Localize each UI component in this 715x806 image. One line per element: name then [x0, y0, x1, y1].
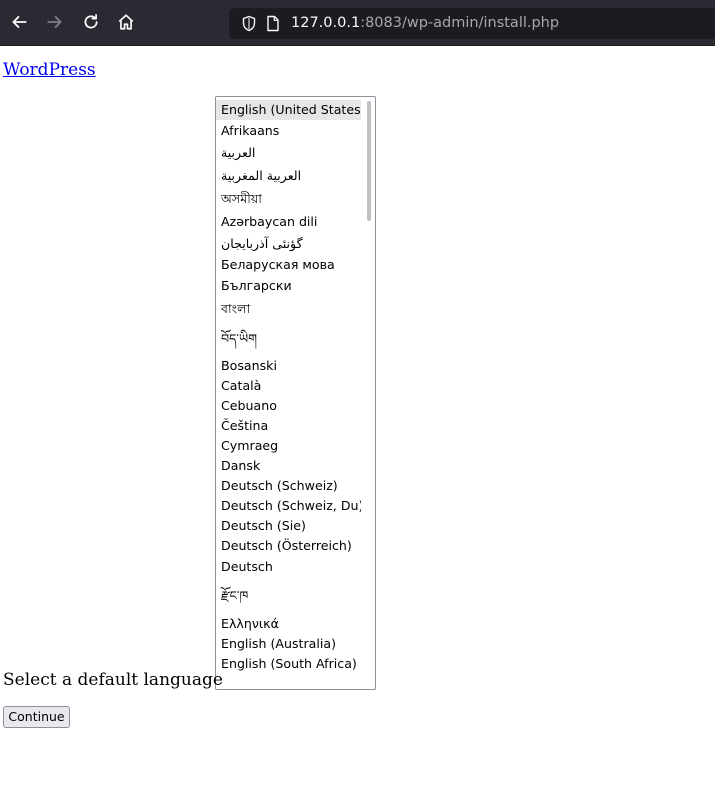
- listbox-scrollbar[interactable]: [367, 101, 371, 221]
- language-listbox[interactable]: English (United States) Afrikaans العربية ا…: [215, 96, 376, 690]
- language-option[interactable]: العربية: [216, 142, 361, 164]
- arrow-right-icon: [47, 16, 62, 28]
- language-option[interactable]: Cymraeg: [216, 436, 361, 456]
- language-option[interactable]: རྫོང་ཁ: [216, 578, 361, 614]
- language-option[interactable]: Afrikaans: [216, 120, 361, 142]
- back-button[interactable]: [5, 8, 33, 36]
- language-option[interactable]: Azərbaycan dili: [216, 211, 361, 233]
- language-option[interactable]: Deutsch (Sie): [216, 516, 361, 536]
- url-path: :8083/wp-admin/install.php: [360, 15, 560, 31]
- language-select-label: Select a default language: [3, 670, 223, 690]
- language-option[interactable]: Deutsch (Schweiz, Du): [216, 496, 361, 516]
- language-option[interactable]: Deutsch (Schweiz): [216, 476, 361, 496]
- home-button[interactable]: [112, 8, 140, 36]
- language-option[interactable]: Dansk: [216, 456, 361, 476]
- language-option[interactable]: Deutsch: [216, 556, 361, 578]
- home-icon: [118, 14, 134, 30]
- language-option[interactable]: Bosanski: [216, 356, 361, 376]
- language-option[interactable]: Български: [216, 275, 361, 296]
- language-option[interactable]: བོད་ཡིག: [216, 321, 361, 356]
- language-option[interactable]: অসমীয়া: [216, 187, 361, 211]
- language-option[interactable]: English (South Africa): [216, 654, 361, 674]
- language-option[interactable]: العربية المغربية: [216, 164, 361, 187]
- url-bar[interactable]: 127.0.0.1:8083/wp-admin/install.php: [229, 8, 715, 39]
- url-text[interactable]: 127.0.0.1:8083/wp-admin/install.php: [291, 8, 559, 39]
- language-option[interactable]: English (United States): [216, 100, 361, 120]
- language-option[interactable]: Ελληνικά: [216, 614, 361, 634]
- continue-button[interactable]: Continue: [3, 706, 70, 728]
- language-option[interactable]: Беларуская мова: [216, 255, 361, 275]
- language-option[interactable]: English (Australia): [216, 634, 361, 654]
- language-option[interactable]: Cebuano: [216, 396, 361, 416]
- shield-icon[interactable]: [241, 15, 257, 32]
- reload-icon: [84, 14, 98, 29]
- forward-button[interactable]: [41, 8, 69, 36]
- url-host: 127.0.0.1: [291, 15, 361, 31]
- language-list: English (United States) Afrikaans العربية ا…: [216, 97, 375, 674]
- browser-toolbar: 127.0.0.1:8083/wp-admin/install.php: [0, 0, 715, 46]
- page-icon[interactable]: [266, 15, 280, 32]
- arrow-left-icon: [12, 16, 27, 28]
- language-option[interactable]: Deutsch (Österreich): [216, 536, 361, 556]
- reload-button[interactable]: [77, 8, 105, 36]
- language-option[interactable]: گؤنئی آذربایجان: [216, 233, 361, 255]
- language-option[interactable]: Català: [216, 376, 361, 396]
- wordpress-link[interactable]: WordPress: [3, 60, 96, 80]
- language-option[interactable]: Čeština: [216, 416, 361, 436]
- language-option[interactable]: বাংলা: [216, 296, 361, 321]
